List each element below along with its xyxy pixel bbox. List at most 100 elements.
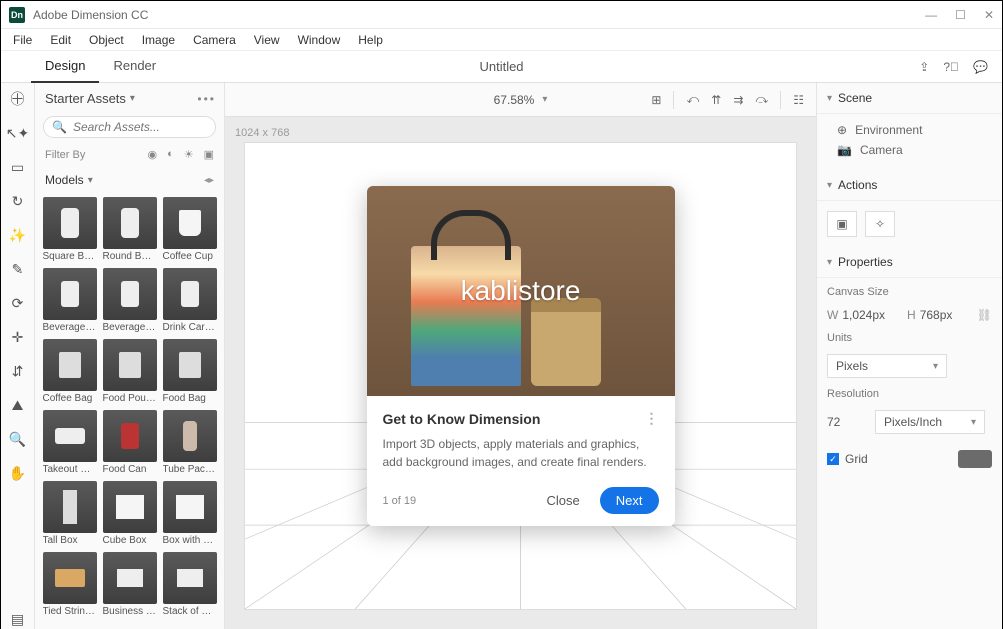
asset-item[interactable]: Cube Box: [103, 481, 157, 546]
menu-camera[interactable]: Camera: [185, 31, 244, 49]
tutorial-body: Import 3D objects, apply materials and g…: [383, 435, 659, 471]
asset-item[interactable]: Tube Pack…: [163, 410, 217, 475]
asset-item[interactable]: Coffee Bag: [43, 339, 97, 404]
asset-item[interactable]: Food Can: [103, 410, 157, 475]
more-icon[interactable]: ⋮: [645, 410, 659, 427]
menu-window[interactable]: Window: [290, 31, 349, 49]
asset-caption: Box with …: [163, 535, 217, 546]
crop-tool-icon[interactable]: ▭: [8, 157, 28, 177]
units-select[interactable]: Pixels▾: [827, 354, 947, 378]
link-dimensions-icon[interactable]: ⛓: [977, 308, 992, 322]
align-icon[interactable]: ⇈: [711, 93, 721, 107]
search-icon: 🔍: [52, 120, 67, 134]
add-tool-icon[interactable]: ＋⃝: [8, 89, 28, 109]
align-tool-icon[interactable]: ⇵: [8, 361, 28, 381]
asset-thumbnail: [103, 410, 157, 462]
height-field[interactable]: H768px: [907, 308, 952, 322]
tab-render[interactable]: Render: [99, 50, 170, 83]
window-maximize-icon[interactable]: ☐: [955, 8, 966, 22]
flip-icon[interactable]: ⤼: [755, 92, 768, 107]
zoom-tool-icon[interactable]: 🔍: [8, 429, 28, 449]
asset-caption: Beverage …: [43, 322, 97, 333]
assets-panel-title[interactable]: Starter Assets: [45, 91, 126, 106]
asset-item[interactable]: Coffee Cup: [163, 197, 217, 262]
filter-models-icon[interactable]: ◉: [147, 148, 157, 161]
app-title: Adobe Dimension CC: [33, 8, 148, 22]
scene-item[interactable]: 📷Camera: [837, 140, 992, 160]
snap-icon[interactable]: ⤺: [686, 92, 699, 107]
asset-item[interactable]: Tied Strin…: [43, 552, 97, 617]
asset-thumbnail: [103, 197, 157, 249]
window-close-icon[interactable]: ✕: [984, 8, 994, 22]
grid-color-swatch[interactable]: [958, 450, 992, 468]
eyedropper-tool-icon[interactable]: ✎: [8, 259, 28, 279]
scene-item-label: Environment: [855, 123, 922, 137]
scene-section-header[interactable]: ▾ Scene: [817, 83, 1002, 114]
wand-tool-icon[interactable]: ✨: [8, 225, 28, 245]
feedback-icon[interactable]: 💬: [973, 60, 988, 74]
move-tool-icon[interactable]: ✛: [8, 327, 28, 347]
search-input-wrap[interactable]: 🔍: [43, 116, 216, 138]
menu-image[interactable]: Image: [134, 31, 183, 49]
grid-checkbox[interactable]: ✓ Grid: [827, 452, 868, 466]
asset-item[interactable]: Beverage …: [43, 268, 97, 333]
close-button[interactable]: Close: [537, 487, 590, 514]
chevron-down-icon[interactable]: ▾: [130, 93, 135, 104]
menu-view[interactable]: View: [246, 31, 288, 49]
tab-design[interactable]: Design: [31, 50, 99, 83]
action-match-image-icon[interactable]: ▣: [827, 211, 857, 237]
rotate-tool-icon[interactable]: ↻: [8, 191, 28, 211]
resolution-value[interactable]: 72: [827, 415, 867, 429]
menu-file[interactable]: File: [5, 31, 40, 49]
search-input[interactable]: [73, 120, 207, 134]
asset-thumbnail: [43, 268, 97, 320]
asset-item[interactable]: Food Bag: [163, 339, 217, 404]
chevron-down-icon: ▾: [827, 180, 832, 191]
asset-item[interactable]: Tall Box: [43, 481, 97, 546]
asset-item[interactable]: Stack of C…: [163, 552, 217, 617]
asset-item[interactable]: Food Pou…: [103, 339, 157, 404]
width-field[interactable]: W1,024px: [827, 308, 885, 322]
menu-edit[interactable]: Edit: [42, 31, 79, 49]
asset-item[interactable]: Drink Car…: [163, 268, 217, 333]
asset-item[interactable]: Beverage …: [103, 268, 157, 333]
menu-object[interactable]: Object: [81, 31, 132, 49]
zoom-control[interactable]: 67.58% ▾: [494, 83, 548, 117]
scene-item[interactable]: ⊕Environment: [837, 120, 992, 140]
filter-materials-icon[interactable]: ◐: [167, 148, 174, 161]
panel-toggle-icon[interactable]: ▤: [8, 609, 28, 629]
action-auto-icon[interactable]: ✧: [865, 211, 895, 237]
menu-help[interactable]: Help: [350, 31, 391, 49]
asset-item[interactable]: Square B…: [43, 197, 97, 262]
document-title: Untitled: [479, 59, 523, 74]
next-button[interactable]: Next: [600, 487, 659, 514]
units-label: Units: [827, 332, 992, 344]
asset-item[interactable]: Takeout B…: [43, 410, 97, 475]
chevron-down-icon[interactable]: ▾: [88, 175, 93, 186]
orbit-tool-icon[interactable]: ⟳: [8, 293, 28, 313]
asset-item[interactable]: Round Bo…: [103, 197, 157, 262]
share-icon[interactable]: ⇪: [919, 60, 929, 74]
properties-section-header[interactable]: ▾ Properties: [817, 247, 1002, 278]
resolution-label: Resolution: [827, 388, 992, 400]
collapse-icon[interactable]: ◂▸: [204, 175, 214, 186]
render-settings-icon[interactable]: ☷: [793, 93, 804, 107]
asset-caption: Stack of C…: [163, 606, 217, 617]
distribute-icon[interactable]: ⇉: [733, 93, 743, 107]
asset-item[interactable]: Business …: [103, 552, 157, 617]
chevron-down-icon[interactable]: ▾: [542, 94, 547, 105]
horizon-tool-icon[interactable]: ⛰: [8, 395, 28, 415]
asset-item[interactable]: Box with …: [163, 481, 217, 546]
select-tool-icon[interactable]: ↖✦: [8, 123, 28, 143]
resolution-unit-select[interactable]: Pixels/Inch▾: [875, 410, 985, 434]
actions-section-header[interactable]: ▾ Actions: [817, 170, 1002, 201]
grid-icon[interactable]: ⊞: [651, 93, 661, 107]
hand-tool-icon[interactable]: ✋: [8, 463, 28, 483]
titlebar: Dn Adobe Dimension CC — ☐ ✕: [1, 1, 1002, 29]
filter-images-icon[interactable]: ▣: [204, 148, 214, 161]
more-icon[interactable]: •••: [197, 92, 216, 106]
window-minimize-icon[interactable]: —: [925, 8, 937, 22]
filter-lights-icon[interactable]: ☀: [184, 148, 194, 161]
right-panel: ▾ Scene ⊕Environment📷Camera ▾ Actions ▣ …: [816, 83, 1002, 629]
help-icon[interactable]: ?⃝: [943, 60, 959, 74]
